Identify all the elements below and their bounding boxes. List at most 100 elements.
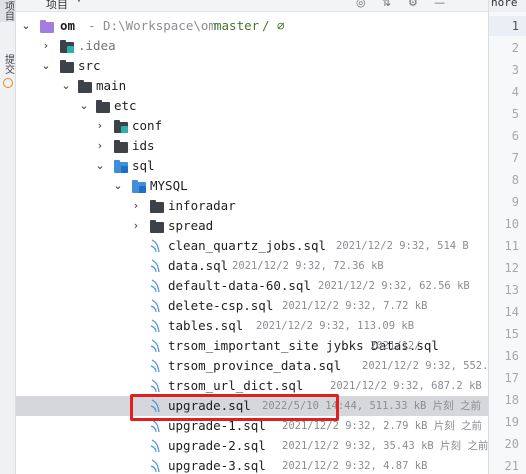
chevron-down-icon[interactable]: ⌄ xyxy=(60,79,72,93)
gear-icon[interactable]: ⚙ xyxy=(408,0,418,9)
sql-folder-icon xyxy=(132,180,146,193)
tree-label: main xyxy=(96,78,127,93)
line-number: 3 xyxy=(511,63,519,77)
line-number: 19 xyxy=(504,415,519,429)
chevron-right-icon[interactable]: › xyxy=(94,139,106,153)
tree-row-main[interactable]: ⌄ main xyxy=(16,76,488,96)
tree-row-spread[interactable]: › spread xyxy=(16,216,488,236)
line-number: 4 xyxy=(511,85,519,99)
file-name: clean_quartz_jobs.sql xyxy=(168,238,327,253)
file-meta: 2021/12/2 9:32, 552.0 xyxy=(362,360,488,372)
db-badge-icon xyxy=(139,186,146,193)
chevron-down-icon[interactable]: ⌄ xyxy=(40,59,52,73)
tree-label: ids xyxy=(132,138,155,153)
file-row[interactable]: delete-csp.sql 2021/12/2 9:32, 7.72 kB xyxy=(16,296,488,316)
minimize-icon[interactable]: — xyxy=(434,0,445,9)
tree-label: sql xyxy=(132,158,155,173)
line-number: 16 xyxy=(504,349,519,363)
file-name: data.sql xyxy=(168,258,229,273)
tree-row-etc[interactable]: ⌄ etc xyxy=(16,96,488,116)
folder-icon xyxy=(114,120,128,133)
commit-tool-tab[interactable]: 提交 xyxy=(0,52,16,76)
tree-row-mysql[interactable]: ⌄ MYSQL xyxy=(16,176,488,196)
file-meta: 2021/12/2 9:32, 62.56 kB xyxy=(318,280,470,292)
sql-file-icon xyxy=(150,419,160,433)
sql-file-icon xyxy=(150,279,160,293)
project-tool-tab[interactable]: 项目 xyxy=(0,0,16,22)
line-number: 9 xyxy=(511,195,519,209)
file-row[interactable]: trsom_url_dict.sql 2021/12/2 9:32, 687.2 … xyxy=(16,376,488,396)
line-number: 6 xyxy=(511,129,519,143)
file-name: delete-csp.sql xyxy=(168,298,274,313)
file-meta: 2021/12/2 9:32, 514 B xyxy=(336,240,469,252)
line-number: 11 xyxy=(504,239,519,253)
file-meta: 2021/12/ xyxy=(370,340,421,352)
file-name: trsom_url_dict.sql xyxy=(168,378,304,393)
tree-row-root[interactable]: ⌄ om - D:\Workspace\om master / ∅ xyxy=(16,16,488,36)
locate-icon[interactable]: ◎ xyxy=(356,0,366,9)
sql-file-icon xyxy=(150,439,160,453)
file-row[interactable]: default-data-60.sql 2021/12/2 9:32, 62.56… xyxy=(16,276,488,296)
root-path: - D:\Workspace\om xyxy=(88,18,216,33)
file-row[interactable]: trsom_important_site jybks Datas.sql 2021… xyxy=(16,336,488,356)
chevron-right-icon[interactable]: › xyxy=(94,119,106,133)
chevron-right-icon[interactable]: › xyxy=(130,219,142,233)
chevron-down-icon[interactable]: ⌄ xyxy=(20,19,32,33)
sql-folder-icon xyxy=(114,160,128,173)
line-number: 12 xyxy=(504,261,519,275)
line-number: 8 xyxy=(511,173,519,187)
line-number: 2 xyxy=(511,41,519,55)
tree-row-ids[interactable]: › ids xyxy=(16,136,488,156)
tree-row-src[interactable]: ⌄ src xyxy=(16,56,488,76)
folder-icon xyxy=(60,60,74,73)
file-meta: 2021/12/2 9:32, 113.09 kB xyxy=(256,320,415,332)
tree-row-conf[interactable]: › conf xyxy=(16,116,488,136)
git-branch: master xyxy=(214,18,260,33)
line-number: 17 xyxy=(504,371,519,385)
tree-row-idea[interactable]: › .idea xyxy=(16,36,488,56)
folder-icon xyxy=(60,40,74,53)
tree-label: MYSQL xyxy=(150,178,188,193)
chevron-down-icon[interactable]: ⌄ xyxy=(94,159,106,173)
line-number: 18 xyxy=(504,393,519,407)
file-row[interactable]: upgrade-3.sql 2021/12/2 9:32, 4.87 kB xyxy=(16,456,488,474)
folder-icon xyxy=(150,200,164,213)
sql-file-icon xyxy=(150,319,160,333)
sql-file-icon xyxy=(150,299,160,313)
file-name: tables.sql xyxy=(168,318,244,333)
file-meta: 2021/12/2 9:32, 687.2 kB 片 xyxy=(330,380,488,392)
tree-label: .idea xyxy=(78,38,116,53)
tree-label: conf xyxy=(132,118,163,133)
file-row[interactable]: tables.sql 2021/12/2 9:32, 113.09 kB xyxy=(16,316,488,336)
panel-title[interactable]: 项目 xyxy=(46,0,68,12)
file-row[interactable]: upgrade-2.sql 2021/12/2 9:32, 35.43 kB 片刻… xyxy=(16,436,488,456)
file-meta: 2021/12/2 9:32, 4.87 kB xyxy=(282,460,428,472)
file-row[interactable]: data.sql 2021/12/2 9:32, 72.36 kB xyxy=(16,256,488,276)
tree-label: src xyxy=(78,58,101,73)
panel-header: 项目 ▾ ◎ ⇅ ⚙ — xyxy=(16,0,488,12)
chevron-down-icon[interactable]: ⌄ xyxy=(78,99,90,113)
line-number: 5 xyxy=(511,107,519,121)
db-badge-icon xyxy=(121,166,128,173)
highlight-box xyxy=(130,394,339,421)
tree-label: spread xyxy=(168,218,214,233)
line-number: 21 xyxy=(504,459,519,473)
tree-row-inforadar[interactable]: › inforadar xyxy=(16,196,488,216)
file-row[interactable]: clean_quartz_jobs.sql 2021/12/2 9:32, 514… xyxy=(16,236,488,256)
collapse-icon[interactable]: ⇅ xyxy=(382,0,391,9)
editor-tab[interactable]: hore xyxy=(489,0,526,12)
chevron-right-icon[interactable]: › xyxy=(130,199,142,213)
tree-label: etc xyxy=(114,98,137,113)
folder-icon xyxy=(78,80,92,93)
folder-icon xyxy=(114,140,128,153)
chevron-down-icon[interactable]: ▾ xyxy=(76,0,82,6)
chevron-right-icon[interactable]: › xyxy=(40,39,52,53)
config-badge-icon xyxy=(67,46,74,53)
file-row[interactable]: trsom_province_data.sql 2021/12/2 9:32, 5… xyxy=(16,356,488,376)
file-name: trsom_province_data.sql xyxy=(168,358,342,373)
file-name: upgrade-3.sql xyxy=(168,458,266,473)
file-meta: 2021/12/2 9:32, 72.36 kB xyxy=(232,260,384,272)
file-name: default-data-60.sql xyxy=(168,278,311,293)
chevron-down-icon[interactable]: ⌄ xyxy=(112,179,124,193)
tree-row-sql[interactable]: ⌄ sql xyxy=(16,156,488,176)
